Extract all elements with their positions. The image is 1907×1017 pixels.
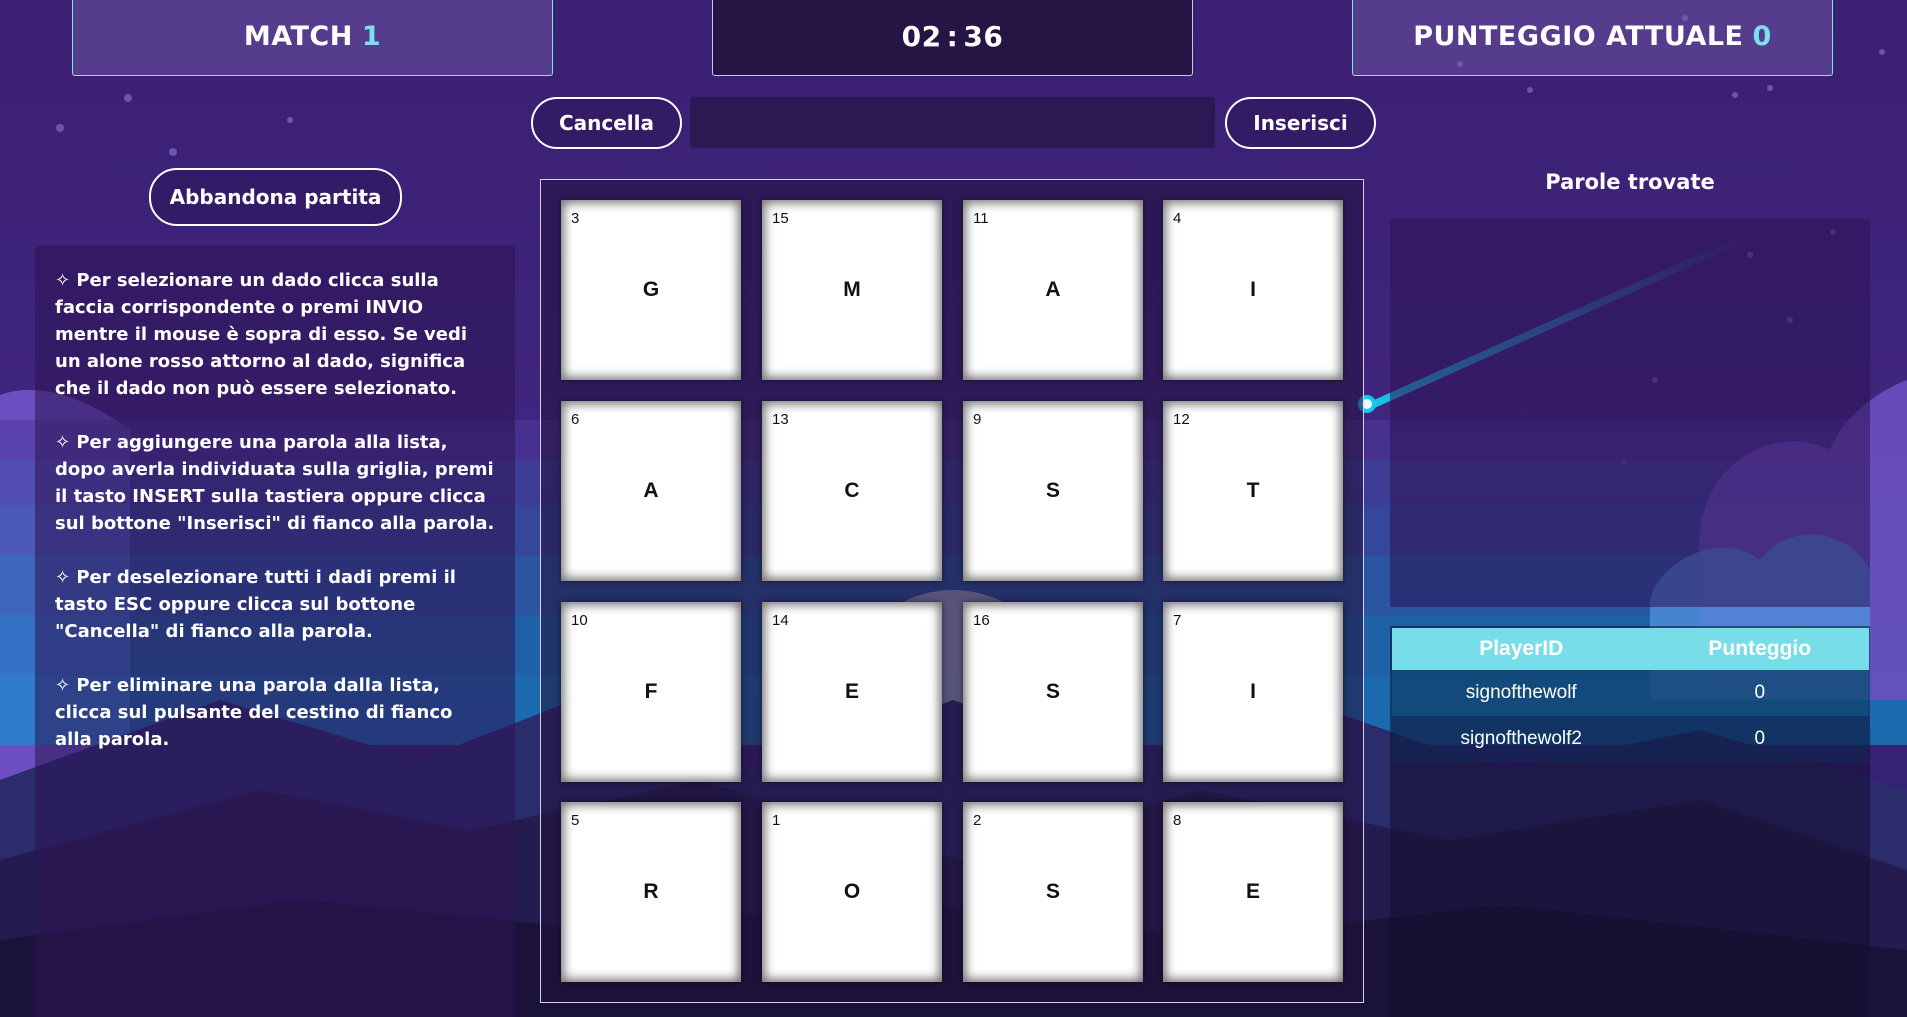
die-number: 5 — [571, 812, 580, 829]
instruction-delete-word: ✧ Per eliminare una parola dalla lista, … — [55, 675, 453, 750]
dice-board: 3 G 15 M 11 A 4 I 6 A 13 C 9 S 12 T 10 F… — [540, 179, 1364, 1003]
die-number: 1 — [772, 812, 781, 829]
found-words-list — [1390, 219, 1870, 607]
die[interactable]: 15 M — [762, 200, 942, 380]
die-number: 14 — [772, 612, 789, 629]
cancel-button[interactable]: Cancella — [531, 97, 682, 149]
die-letter: O — [843, 880, 861, 903]
die[interactable]: 8 E — [1163, 802, 1343, 982]
die[interactable]: 6 A — [561, 401, 741, 581]
column-header-player: PlayerID — [1392, 628, 1651, 670]
die-letter: E — [1245, 880, 1260, 903]
match-number: 1 — [361, 21, 382, 52]
table-row: signofthewolf 0 — [1392, 670, 1869, 716]
die-letter: A — [643, 479, 659, 502]
found-words-title: Parole trovate — [1545, 170, 1715, 194]
abandon-match-button[interactable]: Abbandona partita — [149, 168, 402, 226]
column-header-score: Punteggio — [1650, 628, 1869, 670]
die-letter: A — [1045, 278, 1061, 301]
die-letter: S — [1045, 680, 1060, 703]
die-letter: G — [642, 278, 660, 301]
die-letter: C — [844, 479, 860, 502]
die-number: 16 — [973, 612, 990, 629]
die-letter: M — [843, 278, 861, 301]
instruction-select-die: ✧ Per selezionare un dado clicca sulla f… — [55, 270, 468, 399]
die[interactable]: 12 T — [1163, 401, 1343, 581]
timer-separator: : — [946, 20, 959, 53]
score-label: PUNTEGGIO ATTUALE — [1413, 21, 1744, 52]
die[interactable]: 7 I — [1163, 602, 1343, 782]
die-letter: I — [1250, 278, 1256, 301]
player-id-cell: signofthewolf2 — [1392, 716, 1651, 762]
die[interactable]: 11 A — [963, 200, 1143, 380]
die-number: 3 — [571, 210, 580, 227]
die-number: 6 — [571, 411, 580, 428]
current-score-panel: PUNTEGGIO ATTUALE 0 — [1352, 0, 1833, 76]
table-row: signofthewolf2 0 — [1392, 716, 1869, 762]
die-number: 9 — [973, 411, 982, 428]
instruction-add-word: ✧ Per aggiungere una parola alla lista, … — [55, 432, 495, 534]
timer-seconds: 36 — [963, 20, 1004, 53]
die[interactable]: 13 C — [762, 401, 942, 581]
match-panel: MATCH 1 — [72, 0, 553, 76]
insert-button[interactable]: Inserisci — [1225, 97, 1376, 149]
die-number: 13 — [772, 411, 789, 428]
die-letter: F — [644, 680, 658, 703]
die-letter: R — [643, 880, 659, 903]
player-score-cell: 0 — [1650, 670, 1869, 716]
scoreboard-table: PlayerID Punteggio signofthewolf 0 signo… — [1392, 628, 1869, 762]
instruction-deselect: ✧ Per deselezionare tutti i dadi premi i… — [55, 567, 456, 642]
die-letter: S — [1045, 479, 1060, 502]
die-number: 12 — [1173, 411, 1190, 428]
die[interactable]: 10 F — [561, 602, 741, 782]
die[interactable]: 14 E — [762, 602, 942, 782]
die-letter: S — [1045, 880, 1060, 903]
die-letter: T — [1246, 479, 1260, 502]
die[interactable]: 3 G — [561, 200, 741, 380]
die[interactable]: 9 S — [963, 401, 1143, 581]
die-letter: E — [844, 680, 859, 703]
instructions-panel: ✧ Per selezionare un dado clicca sulla f… — [35, 245, 515, 1017]
player-id-cell: signofthewolf — [1392, 670, 1651, 716]
die-letter: I — [1250, 680, 1256, 703]
die[interactable]: 4 I — [1163, 200, 1343, 380]
die-number: 8 — [1173, 812, 1182, 829]
die[interactable]: 1 O — [762, 802, 942, 982]
die[interactable]: 2 S — [963, 802, 1143, 982]
player-score-cell: 0 — [1650, 716, 1869, 762]
die-number: 2 — [973, 812, 982, 829]
match-label: MATCH — [243, 21, 353, 52]
die-number: 4 — [1173, 210, 1182, 227]
die-number: 15 — [772, 210, 789, 227]
word-input[interactable] — [690, 97, 1215, 148]
die[interactable]: 5 R — [561, 802, 741, 982]
score-value: 0 — [1752, 21, 1772, 52]
timer-minutes: 02 — [901, 20, 942, 53]
scoreboard-header-row: PlayerID Punteggio — [1392, 628, 1869, 670]
die-number: 11 — [973, 210, 989, 227]
die-number: 10 — [571, 612, 588, 629]
die-number: 7 — [1173, 612, 1182, 629]
die[interactable]: 16 S — [963, 602, 1143, 782]
timer-panel: 02 : 36 — [712, 0, 1193, 76]
